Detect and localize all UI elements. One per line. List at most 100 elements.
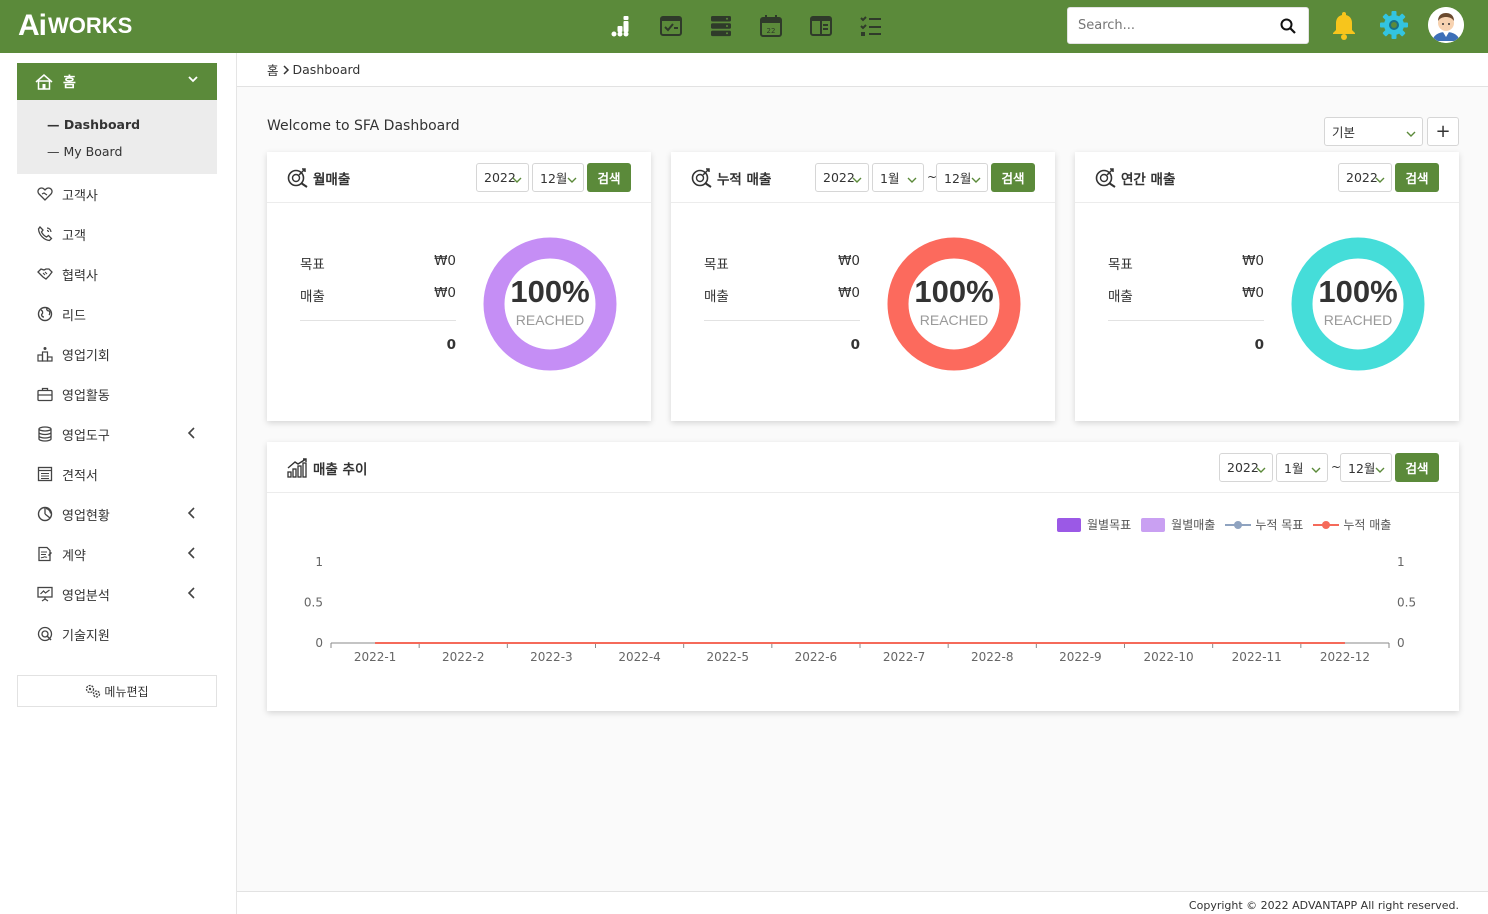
search-button[interactable]: 검색 [1395,453,1439,482]
x-tick-label: 2022-11 [1232,650,1282,664]
sidebar-item-partner[interactable]: 협력사 [17,254,217,294]
card-header: 매출 추이 2022 1월 ~ 12월 검색 [267,442,1459,493]
sidebar-item-opportunity[interactable]: 영업기회 [17,334,217,374]
menu-edit-button[interactable]: 메뉴편집 [17,675,217,707]
chevron-left-icon[interactable] [187,547,197,563]
cumulative-sales-card: 누적 매출 2022 1월 ~ 12월 검색 목표 ₩0 매출 ₩0 0 100… [671,152,1055,421]
x-tick-label: 2022-7 [883,650,926,664]
search-button[interactable]: 검색 [1395,163,1439,192]
sidebar-item-customer-company[interactable]: 고객사 [17,174,217,214]
sidebar-item-activity[interactable]: 영업활동 [17,374,217,414]
total-value: 0 [1254,337,1264,353]
footer: Copyright © 2022 ADVANTAPP All right res… [237,891,1488,914]
search-box [1067,7,1309,44]
window-check-icon[interactable] [654,10,688,42]
add-widget-button[interactable]: + [1427,117,1459,146]
year-select[interactable]: 2022 [476,163,529,192]
legend-item[interactable]: 누적 목표 [1225,516,1303,533]
total-value: 0 [446,337,456,353]
month-select[interactable]: 12월 [532,163,584,192]
handshake-icon [37,266,53,282]
chevron-down-icon [567,173,577,188]
legend-item[interactable]: 월별목표 [1057,516,1131,533]
reached-label: REACHED [919,312,989,328]
avatar[interactable] [1428,7,1464,43]
chevron-down-icon[interactable] [187,73,199,89]
growth-chart-icon [287,458,313,478]
support-icon [37,626,53,642]
presentation-icon [37,586,53,602]
card-title: 연간 매출 [1095,168,1175,188]
chevron-down-icon [1406,127,1416,142]
breadcrumb: 홈 Dashboard [237,53,1488,87]
heart-handshake-icon [37,186,53,202]
year-select[interactable]: 2022 [1338,163,1392,192]
chevron-down-icon [907,173,917,188]
y-tick-label: 0.5 [304,596,323,610]
total-value: 0 [850,337,860,353]
calendar-icon[interactable]: 22 [754,10,788,42]
year-select[interactable]: 2022 [815,163,869,192]
gear-icon[interactable] [1378,9,1410,45]
breadcrumb-home[interactable]: 홈 [267,60,279,79]
sidebar-item-sales-tools[interactable]: 영업도구 [17,414,217,454]
chart-legend: 월별목표 월별매출 누적 목표 누적 매출 [1057,516,1391,533]
x-tick-label: 2022-12 [1320,650,1370,664]
chevron-left-icon[interactable] [187,507,197,523]
chart-bar-icon[interactable] [604,10,638,42]
reached-label: REACHED [1323,312,1393,328]
submenu-dashboard[interactable]: — Dashboard [47,117,140,132]
legend-line [1313,520,1340,529]
bell-icon[interactable] [1330,10,1358,44]
target-value: ₩0 [838,253,860,269]
y2-tick-label: 0.5 [1397,596,1416,610]
search-button[interactable]: 검색 [587,163,631,192]
legend-item[interactable]: 누적 매출 [1313,516,1391,533]
annual-sales-card: 연간 매출 2022 검색 목표 ₩0 매출 ₩0 0 100% REACHED [1075,152,1459,421]
sidebar-item-contract[interactable]: 계약 [17,534,217,574]
chevron-down-icon [971,173,981,188]
x-tick-label: 2022-5 [706,650,749,664]
submenu-my-board[interactable]: — My Board [47,144,122,159]
home-submenu: — Dashboard — My Board [17,100,217,174]
sidebar-item-customer[interactable]: 고객 [17,214,217,254]
sidebar-item-sales-analysis[interactable]: 영업분석 [17,574,217,614]
sales-trend-card: 매출 추이 2022 1월 ~ 12월 검색 월별목표 월별매출 누적 목표 누… [267,442,1459,711]
year-select[interactable]: 2022 [1219,453,1273,482]
target-value: ₩0 [1242,253,1264,269]
month-to-select[interactable]: 12월 [936,163,988,192]
chevron-left-icon[interactable] [187,427,197,443]
phone-icon [37,226,53,242]
checklist-icon[interactable] [854,10,888,42]
pie-icon [37,506,53,522]
logo[interactable]: Ai WORKS [18,9,132,43]
sidebar-item-tech-support[interactable]: 기술지원 [17,614,217,654]
sidebar: 홈 — Dashboard — My Board 고객사 고객 협력사 리드 영… [0,53,237,914]
document-list-icon [37,466,53,482]
card-icon[interactable] [804,10,838,42]
month-from-select[interactable]: 1월 [1276,453,1328,482]
legend-item[interactable]: 월별매출 [1141,516,1215,533]
server-icon[interactable] [704,10,738,42]
search-input[interactable] [1068,8,1268,43]
top-nav-icons: 22 [604,10,888,42]
sidebar-item-sales-status[interactable]: 영업현황 [17,494,217,534]
sales-value: ₩0 [838,285,860,301]
sales-label: 매출 [704,289,729,305]
month-to-select[interactable]: 12월 [1340,453,1392,482]
x-tick-label: 2022-3 [530,650,573,664]
sidebar-item-lead[interactable]: 리드 [17,294,217,334]
chevron-left-icon[interactable] [187,587,197,603]
sidebar-item-home[interactable]: 홈 [17,63,217,100]
target-value: ₩0 [434,253,456,269]
month-from-select[interactable]: 1월 [872,163,924,192]
sidebar-item-quote[interactable]: 견적서 [17,454,217,494]
logo-ai: Ai [18,9,47,42]
x-tick-label: 2022-9 [1059,650,1102,664]
search-button[interactable]: 검색 [991,163,1035,192]
search-icon[interactable] [1280,18,1296,38]
card-header: 누적 매출 2022 1월 ~ 12월 검색 [671,152,1055,203]
target-label: 목표 [300,257,325,273]
layout-select[interactable]: 기본 [1324,117,1423,146]
percent-value: 100% [914,274,994,309]
